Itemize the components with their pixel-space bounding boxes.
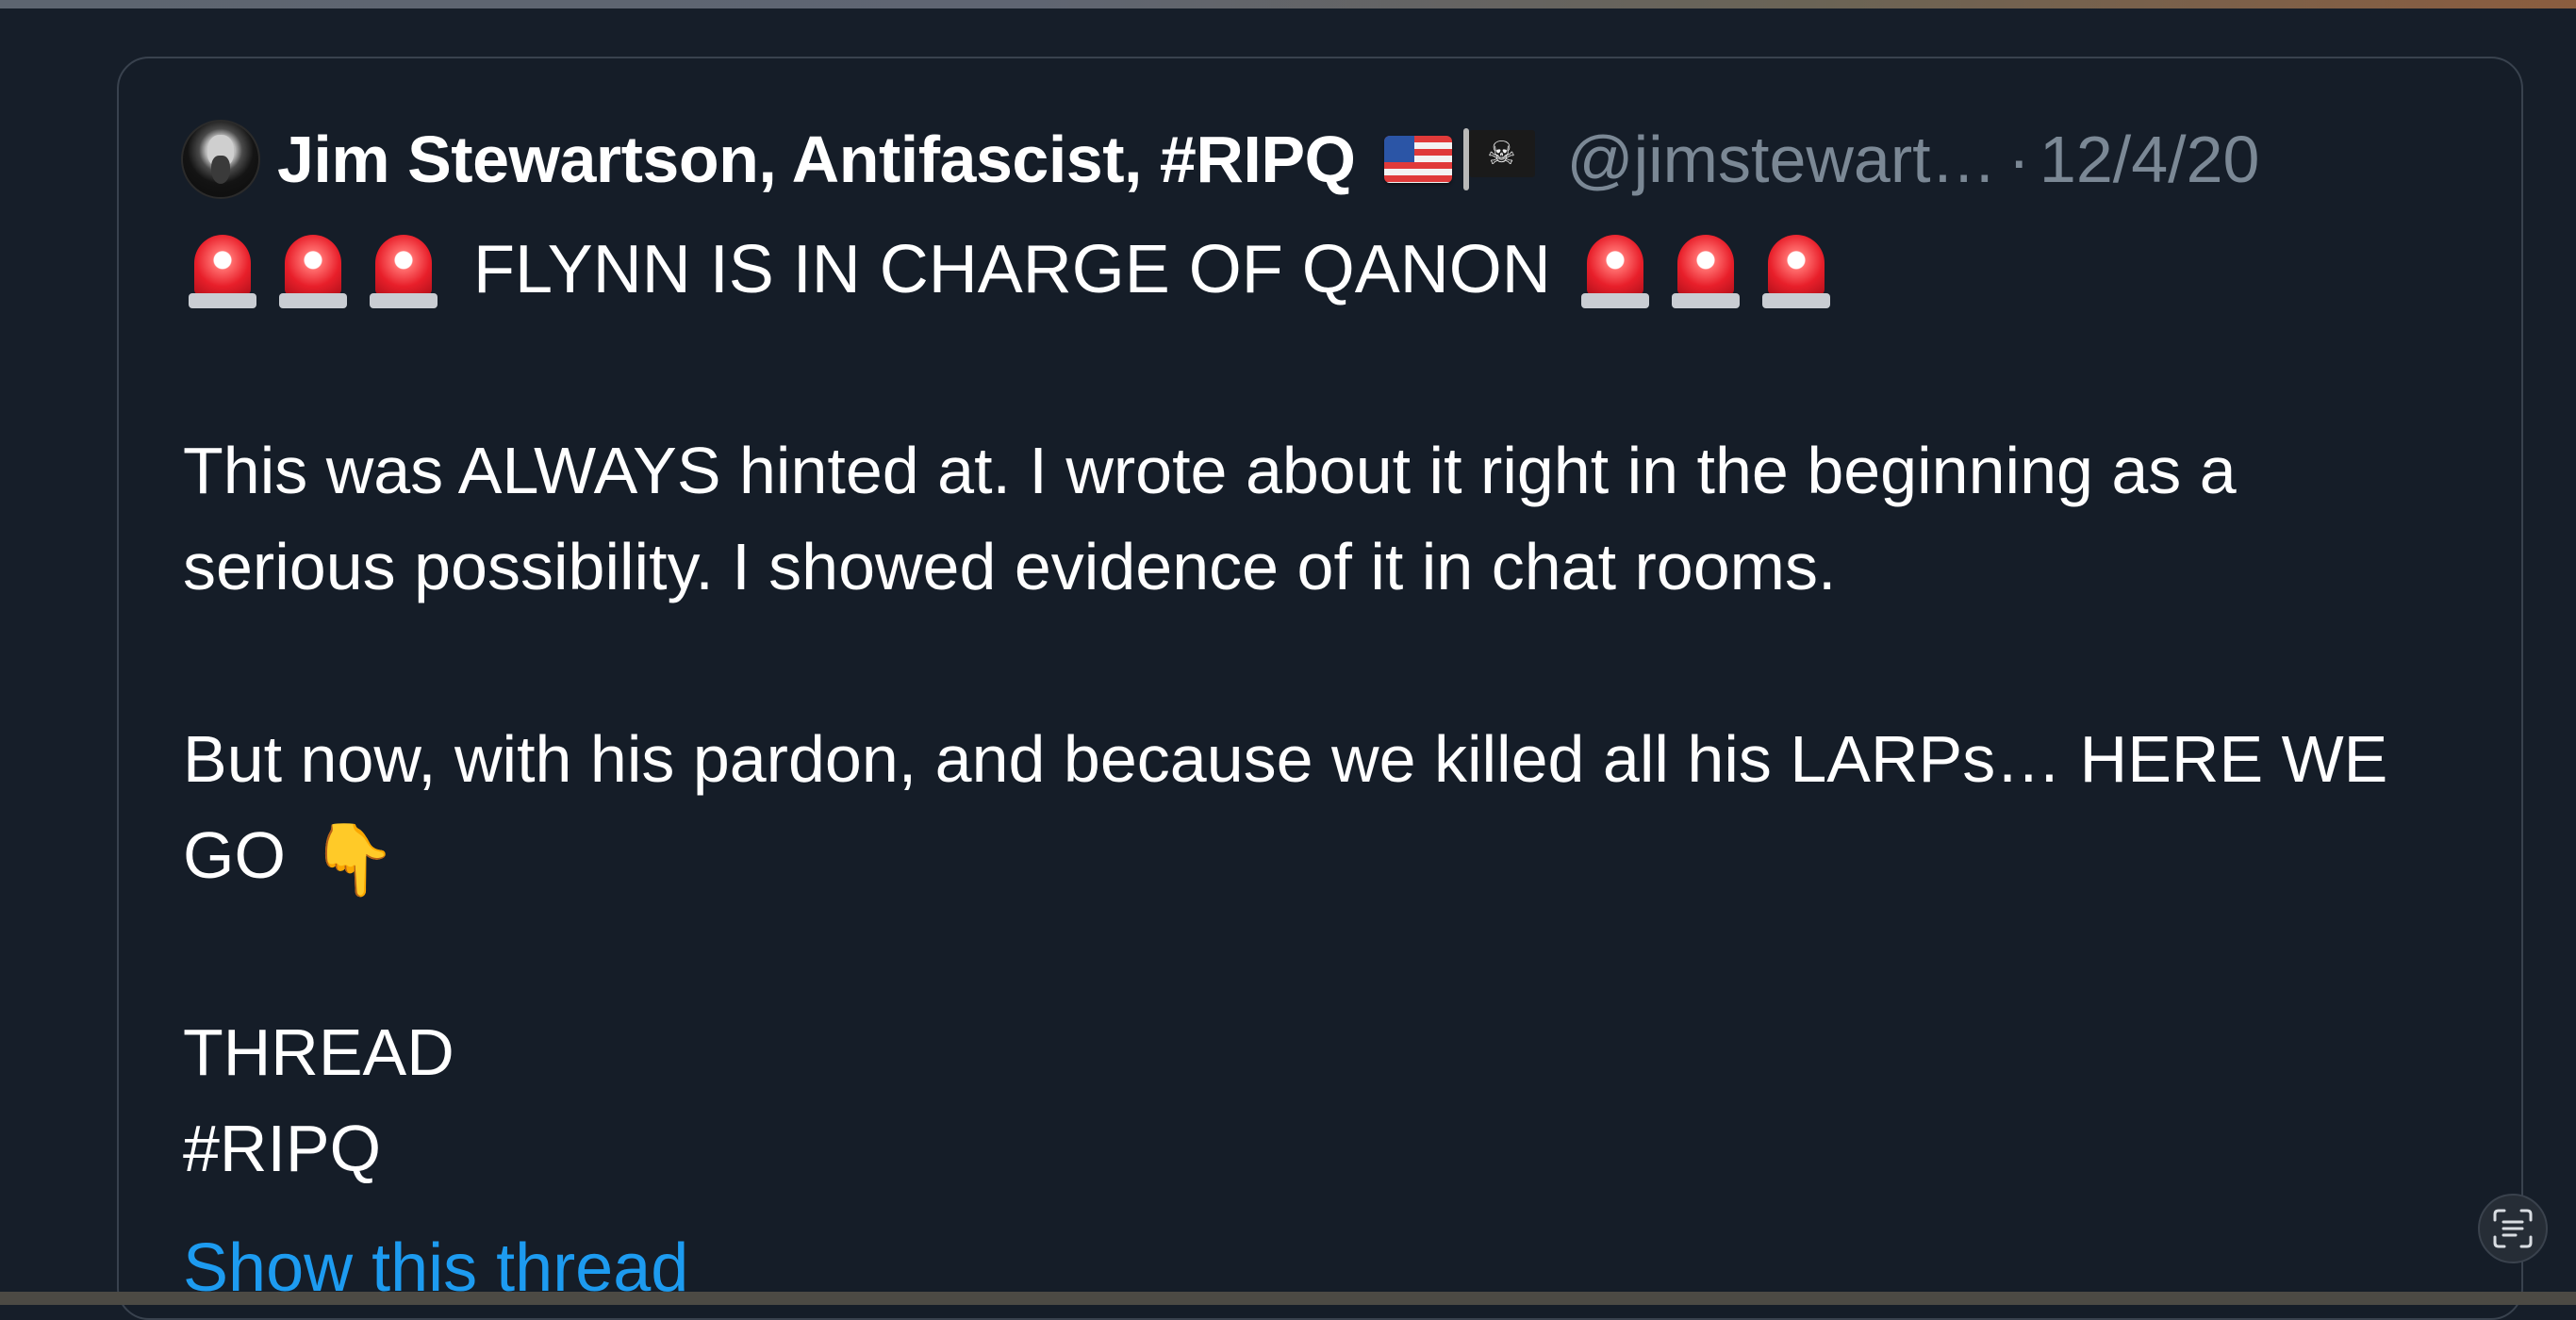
text-scan-button[interactable] (2478, 1194, 2548, 1263)
police-siren-icon (279, 229, 347, 310)
police-siren-icon (1761, 229, 1830, 310)
header-separator: · (2007, 123, 2030, 196)
tweet-thread-label: THREAD (183, 1015, 454, 1089)
pirate-flag-icon: ☠ (1461, 128, 1537, 190)
tweet-paragraph: This was ALWAYS hinted at. I wrote about… (183, 434, 2237, 603)
police-siren-icon (370, 229, 438, 310)
tweet-body: This was ALWAYS hinted at. I wrote about… (183, 422, 2465, 1196)
backhand-pointing-down-icon: 👇 (309, 820, 398, 899)
us-flag-icon (1383, 136, 1452, 183)
tweet-headline: FLYNN IS IN CHARGE OF QANON (473, 232, 1551, 307)
screen-top-edge (0, 0, 2576, 8)
author-avatar[interactable] (181, 120, 260, 199)
tweet-paragraph: But now, with his pardon, and because we… (183, 711, 2465, 908)
tweet-date[interactable]: 12/4/20 (2039, 122, 2260, 197)
screen-bottom-edge (0, 1292, 2576, 1305)
author-name[interactable]: Jim Stewartson, Antifascist, #RIPQ (277, 122, 1356, 197)
text-scan-icon (2493, 1209, 2533, 1248)
police-siren-icon (1580, 229, 1649, 310)
police-siren-icon (1671, 229, 1740, 310)
tweet-paragraph-text: But now, with his pardon, and because we… (183, 722, 2388, 892)
author-handle[interactable]: @jimstewart… (1567, 122, 1997, 197)
tweet-header: Jim Stewartson, Antifascist, #RIPQ ☠ @ji… (181, 120, 2260, 199)
police-siren-icon (189, 229, 256, 310)
tweet-headline-line: FLYNN IS IN CHARGE OF QANON (189, 223, 1853, 317)
tweet-hashtag[interactable]: #RIPQ (183, 1100, 2465, 1196)
